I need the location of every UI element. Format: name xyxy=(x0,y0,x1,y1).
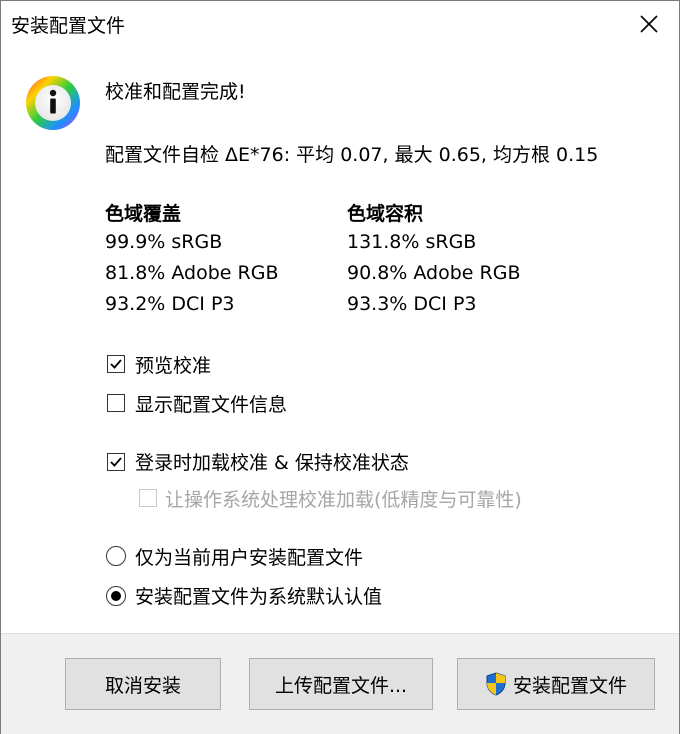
load-on-login-label[interactable]: 登录时加载校准 & 保持校准状态 xyxy=(135,448,409,475)
button-bar: 取消安装 上传配置文件... 安装配置文件 xyxy=(1,633,679,734)
radio-selected-dot xyxy=(111,591,121,601)
gamut-coverage-header: 色域覆盖 xyxy=(105,203,182,225)
current-user-radio[interactable] xyxy=(106,546,126,566)
upload-profile-button[interactable]: 上传配置文件... xyxy=(249,658,433,710)
close-icon xyxy=(640,15,658,33)
gamut-coverage-item: 81.8% Adobe RGB xyxy=(105,262,279,284)
preview-calibration-checkbox[interactable] xyxy=(107,355,125,373)
os-calibration-loading-label[interactable]: 让操作系统处理校准加载(低精度与可靠性) xyxy=(165,485,522,512)
system-default-radio[interactable] xyxy=(106,586,126,606)
load-on-login-checkbox[interactable] xyxy=(107,453,125,471)
checkmark-icon xyxy=(110,359,122,369)
preview-calibration-label[interactable]: 预览校准 xyxy=(135,351,211,378)
headline: 校准和配置完成! xyxy=(105,81,246,103)
show-profile-info-checkbox[interactable] xyxy=(107,394,125,412)
install-profile-dialog: 安装配置文件 校准和配置完成! 配置文件自检 ΔE*76: 平均 0.07, 最… xyxy=(0,0,680,734)
info-icon xyxy=(26,76,80,130)
gamut-coverage-item: 93.2% DCI P3 xyxy=(105,293,235,315)
show-profile-info-label[interactable]: 显示配置文件信息 xyxy=(135,390,287,417)
profile-self-check: 配置文件自检 ΔE*76: 平均 0.07, 最大 0.65, 均方根 0.15 xyxy=(105,144,599,166)
install-profile-button[interactable]: 安装配置文件 xyxy=(457,658,655,710)
gamut-volume-item: 90.8% Adobe RGB xyxy=(347,262,521,284)
os-calibration-loading-checkbox[interactable] xyxy=(139,489,157,507)
gamut-volume-item: 131.8% sRGB xyxy=(347,231,477,253)
gamut-volume-item: 93.3% DCI P3 xyxy=(347,293,477,315)
install-profile-label: 安装配置文件 xyxy=(512,674,627,697)
title-bar: 安装配置文件 xyxy=(1,1,679,49)
gamut-volume-header: 色域容积 xyxy=(347,203,424,225)
upload-profile-label: 上传配置文件... xyxy=(274,674,408,697)
gamut-coverage-item: 99.9% sRGB xyxy=(105,231,223,253)
window-title: 安装配置文件 xyxy=(11,15,126,37)
close-button[interactable] xyxy=(619,1,679,49)
shield-icon xyxy=(486,672,506,696)
checkmark-icon xyxy=(110,457,122,467)
current-user-label[interactable]: 仅为当前用户安装配置文件 xyxy=(135,543,363,570)
cancel-install-label: 取消安装 xyxy=(104,674,181,697)
cancel-install-button[interactable]: 取消安装 xyxy=(65,658,221,710)
system-default-label[interactable]: 安装配置文件为系统默认认值 xyxy=(135,582,382,609)
